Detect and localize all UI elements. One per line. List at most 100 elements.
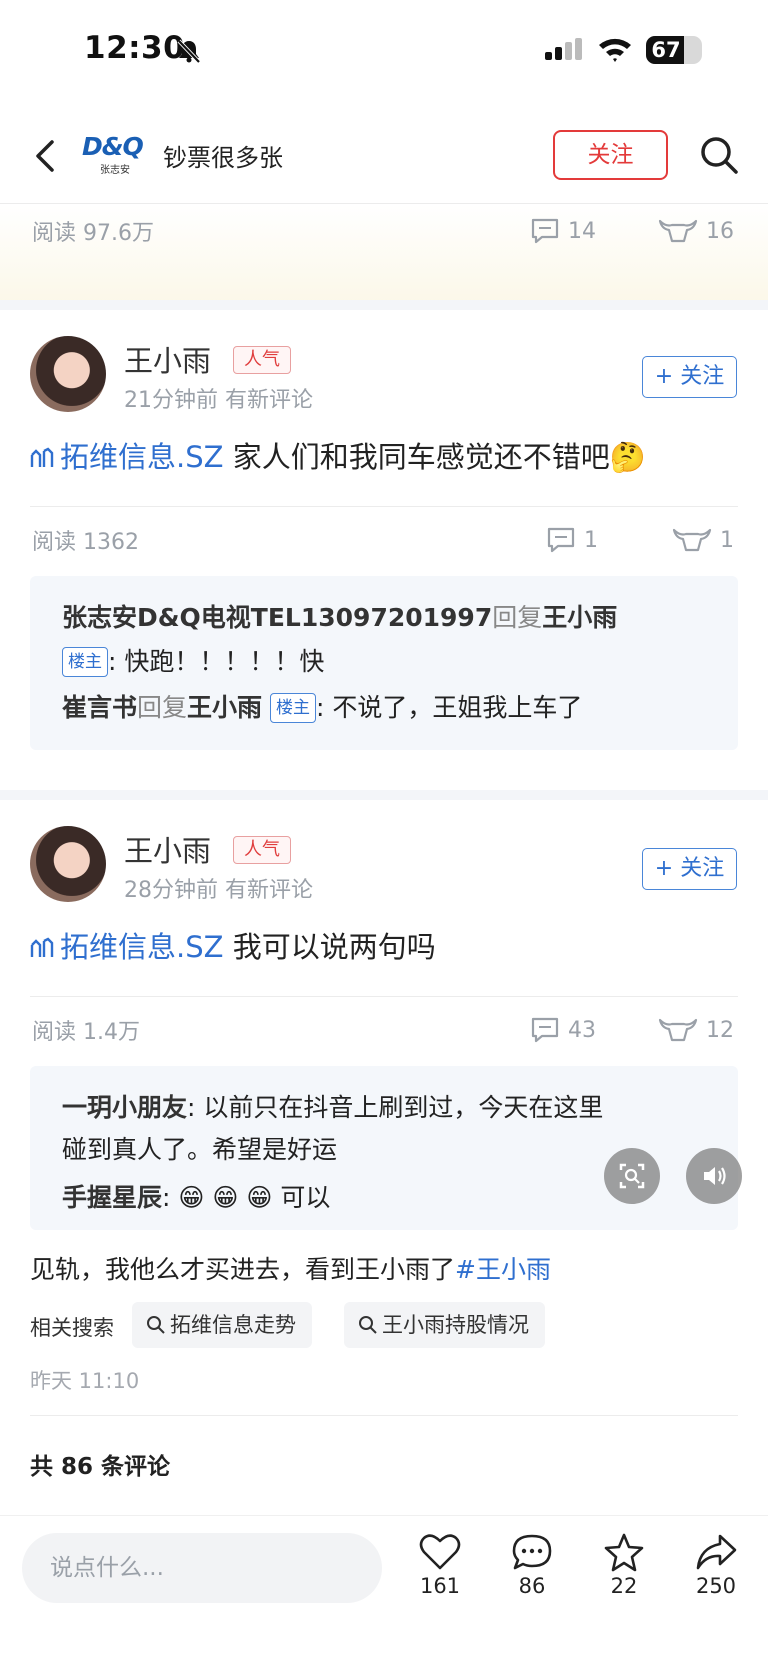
popular-badge: 人气 [233, 836, 291, 864]
comment-icon [547, 527, 575, 553]
bull-like-icon [658, 219, 698, 243]
search-icon [147, 1316, 165, 1334]
comment-count: 43 [568, 1017, 596, 1043]
comment-icon [531, 1017, 559, 1043]
reply-target[interactable]: 王小雨 [542, 603, 617, 632]
nav-bar: D&Q 张志安 钞票很多张 关注 [0, 118, 768, 204]
post-text: 我可以说两句吗 [232, 930, 436, 964]
divider [30, 506, 738, 507]
hashtag-link[interactable]: #王小雨 [455, 1255, 551, 1284]
read-count: 阅读 1362 [32, 530, 139, 555]
reply-user[interactable]: 张志安D&Q电视TEL13097201997 [62, 603, 492, 632]
reply-item[interactable]: 崔言书回复王小雨 楼主: 不说了，王姐我上车了 [62, 688, 582, 724]
comment-total: 共 86 条评论 [30, 1454, 171, 1480]
bottom-action-bar: 说点什么... 161 86 22 250 [0, 1515, 768, 1665]
related-search-chip[interactable]: 拓维信息走势 [132, 1302, 312, 1348]
comment-button[interactable]: 86 [497, 1532, 567, 1598]
related-search-chip-label: 王小雨持股情况 [382, 1313, 529, 1337]
favorite-button[interactable]: 22 [589, 1532, 659, 1598]
post-text: 家人们和我同车感觉还不错吧🤔 [232, 440, 646, 474]
section-gap [0, 790, 768, 800]
section-gap [0, 300, 768, 310]
bull-like-icon [672, 528, 712, 552]
reply-text: : 不说了，王姐我上车了 [316, 693, 583, 722]
like-count: 16 [706, 218, 734, 244]
comment-stat[interactable]: 14 [530, 211, 596, 251]
stock-icon [30, 937, 54, 957]
like-stat[interactable]: 16 [658, 211, 734, 251]
reply-item[interactable]: 手握星辰: 😁 😁 😁 可以 [62, 1178, 330, 1214]
reply-box[interactable]: 张志安D&Q电视TEL13097201997回复王小雨 楼主: 快跑！！！！！快… [30, 576, 738, 750]
page-title: 钞票很多张 [163, 144, 283, 172]
reply-user[interactable]: 崔言书 [62, 693, 137, 722]
share-arrow-icon [696, 1534, 737, 1570]
stock-tag[interactable]: 拓维信息.SZ [60, 930, 224, 964]
reply-item-continued: 楼主: 快跑！！！！！快 [62, 642, 324, 678]
reply-text: : 以前只在抖音上刷到过，今天在这里 [187, 1093, 604, 1122]
post-stats: 阅读 1362 1 1 [0, 520, 768, 560]
owner-badge: 楼主 [62, 647, 108, 677]
reply-item[interactable]: 张志安D&Q电视TEL13097201997回复王小雨 [62, 598, 617, 634]
author-name[interactable]: 王小雨 [124, 338, 211, 380]
brand-logo-sub: 张志安 [100, 165, 130, 176]
reply-user[interactable]: 一玥小朋友 [62, 1093, 187, 1122]
main-post-body: 见轨，我他么才买进去，看到王小雨了 [30, 1255, 456, 1284]
post-card[interactable]: 王小雨 人气 21分钟前 有新评论 + 关注 拓维信息.SZ 家人们和我同车感觉… [0, 310, 768, 788]
comment-count: 1 [584, 527, 598, 553]
brand-logo[interactable]: D&Q 张志安 [82, 132, 152, 178]
post-time: 昨天 11:10 [30, 1369, 140, 1393]
related-search-chip[interactable]: 王小雨持股情况 [344, 1302, 545, 1348]
post-stats: 阅读 1.4万 43 12 [0, 1010, 768, 1050]
share-button[interactable]: 250 [681, 1532, 751, 1598]
back-arrow-icon[interactable] [30, 134, 64, 178]
comment-stat[interactable]: 1 [546, 520, 598, 560]
like-count: 1 [720, 527, 734, 553]
read-count: 阅读 97.6万 [32, 221, 154, 246]
grin-emoji-icon: 😁 😁 😁 [178, 1183, 273, 1212]
bell-muted-icon [177, 39, 201, 64]
like-stat[interactable]: 1 [672, 520, 734, 560]
post-content[interactable]: 拓维信息.SZ 我可以说两句吗 [30, 924, 436, 966]
avatar[interactable] [30, 826, 106, 902]
comment-stat[interactable]: 43 [530, 1010, 596, 1050]
reply-text: 碰到真人了。希望是好运 [62, 1135, 338, 1164]
audio-button[interactable] [686, 1148, 742, 1204]
chat-bubble-icon [512, 1534, 552, 1570]
cellular-signal-icon [545, 38, 582, 60]
speaker-icon [704, 1167, 726, 1185]
main-post-text: 见轨，我他么才买进去，看到王小雨了#王小雨 [30, 1250, 551, 1286]
post-content[interactable]: 拓维信息.SZ 家人们和我同车感觉还不错吧🤔 [30, 434, 646, 476]
star-icon [604, 1533, 644, 1572]
search-icon [359, 1316, 377, 1334]
battery-icon: 67 [646, 36, 702, 64]
wifi-icon [599, 38, 631, 62]
reply-text: 可以 [272, 1183, 331, 1212]
like-count: 161 [419, 1574, 461, 1598]
like-button[interactable]: 161 [405, 1532, 475, 1598]
comment-input[interactable]: 说点什么... [22, 1533, 382, 1603]
related-search-label: 相关搜索 [30, 1316, 114, 1340]
search-icon[interactable] [698, 134, 740, 176]
comment-count: 14 [568, 218, 596, 244]
reply-verb: 回复 [137, 693, 188, 722]
author-name[interactable]: 王小雨 [124, 828, 211, 870]
brand-logo-text: D&Q [82, 132, 144, 161]
status-bar: 12:30 67 [0, 0, 768, 100]
follow-button[interactable]: 关注 [553, 130, 668, 180]
divider [30, 996, 738, 997]
follow-author-button[interactable]: + 关注 [642, 848, 737, 890]
avatar[interactable] [30, 336, 106, 412]
reply-item[interactable]: 一玥小朋友: 以前只在抖音上刷到过，今天在这里 [62, 1088, 603, 1124]
comment-icon [531, 218, 559, 244]
reply-user[interactable]: 手握星辰 [62, 1183, 162, 1212]
reply-target[interactable]: 王小雨 [187, 693, 262, 722]
heart-icon [419, 1534, 461, 1570]
screenshot-scan-button[interactable] [604, 1148, 660, 1204]
share-count: 250 [695, 1574, 737, 1598]
scan-icon [619, 1163, 645, 1189]
stock-icon [30, 447, 54, 467]
follow-author-button[interactable]: + 关注 [642, 356, 737, 398]
stock-tag[interactable]: 拓维信息.SZ [60, 440, 224, 474]
like-count: 12 [706, 1017, 734, 1043]
like-stat[interactable]: 12 [658, 1010, 734, 1050]
